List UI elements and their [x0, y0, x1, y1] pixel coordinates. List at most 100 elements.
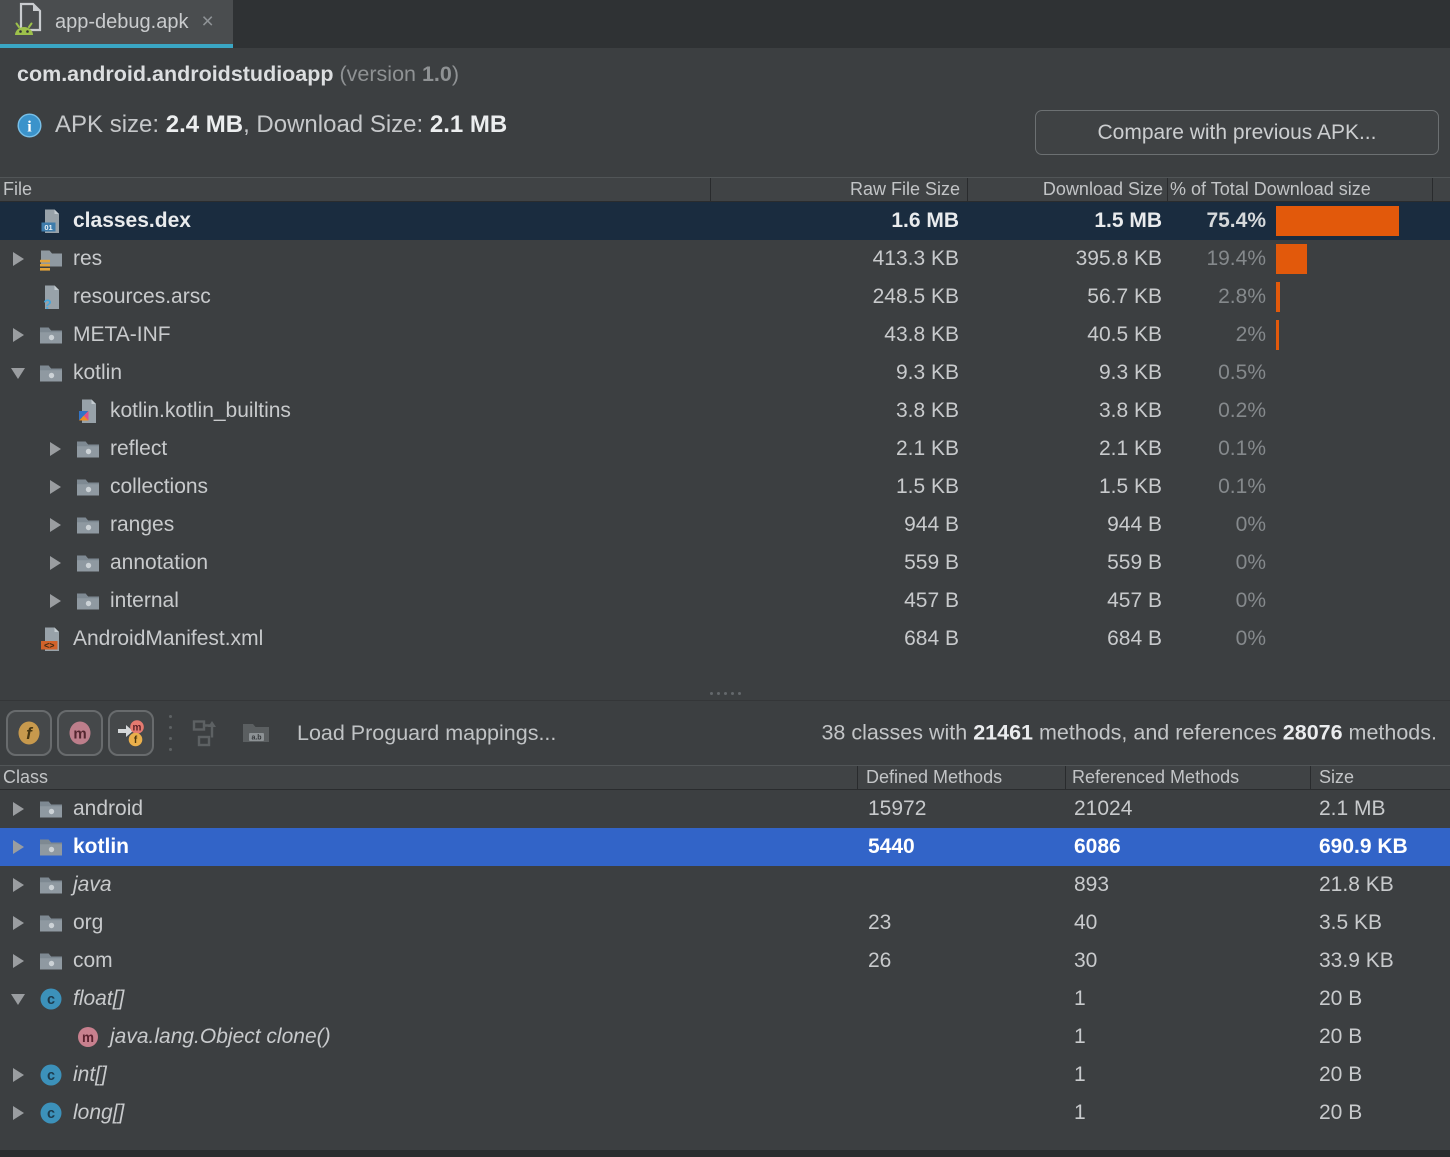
class-row[interactable]: java89321.8 KB [0, 866, 1450, 904]
class-row[interactable]: mjava.lang.Object clone()120 B [0, 1018, 1450, 1056]
toolbar-separator [164, 710, 176, 756]
class-label: long[] [73, 1101, 124, 1125]
class-row[interactable]: kotlin54406086690.9 KB [0, 828, 1450, 866]
expand-spacer [45, 403, 75, 419]
file-row[interactable]: kotlin9.3 KB9.3 KB0.5% [0, 354, 1450, 392]
percent-bar [1272, 548, 1450, 578]
file-label: annotation [110, 551, 208, 575]
column-header-download-size[interactable]: Download Size [968, 178, 1168, 201]
file-row[interactable]: res413.3 KB395.8 KB19.4% [0, 240, 1450, 278]
expand-toggle-icon[interactable] [45, 555, 75, 571]
folder-icon [38, 796, 64, 822]
info-icon: i [17, 113, 42, 138]
size-value: 33.9 KB [1311, 949, 1450, 973]
class-row[interactable]: cint[]120 B [0, 1056, 1450, 1094]
show-fields-button[interactable]: f [6, 710, 52, 756]
expand-toggle-icon[interactable] [8, 1105, 38, 1121]
apk-summary-header: com.android.androidstudioapp (version 1.… [0, 48, 1450, 177]
svg-text:i: i [27, 118, 32, 135]
class-row[interactable]: android15972210242.1 MB [0, 790, 1450, 828]
column-header-defined-methods[interactable]: Defined Methods [858, 766, 1066, 789]
panel-splitter[interactable] [0, 686, 1450, 700]
close-icon[interactable]: × [201, 10, 213, 34]
expand-toggle-icon[interactable] [8, 953, 38, 969]
res-folder-icon [38, 246, 64, 272]
file-row[interactable]: kotlin.kotlin_builtins3.8 KB3.8 KB0.2% [0, 392, 1450, 430]
folder-icon [38, 834, 64, 860]
column-header-class[interactable]: Class [0, 766, 858, 789]
expand-toggle-icon[interactable] [8, 839, 38, 855]
class-row[interactable]: org23403.5 KB [0, 904, 1450, 942]
file-row[interactable]: ?resources.arsc248.5 KB56.7 KB2.8% [0, 278, 1450, 316]
class-icon: c [38, 986, 64, 1012]
percent-bar [1272, 358, 1450, 388]
expand-toggle-icon[interactable] [45, 593, 75, 609]
percent-value: 0% [1166, 551, 1272, 575]
header-filler [1433, 178, 1450, 201]
tab-app-debug-apk[interactable]: app-debug.apk × [0, 0, 233, 48]
file-label: META-INF [73, 323, 171, 347]
referenced-methods-value: 1 [1066, 1101, 1311, 1125]
file-row[interactable]: <>AndroidManifest.xml684 B684 B0% [0, 620, 1450, 658]
expand-toggle-icon[interactable] [45, 479, 75, 495]
expand-toggle-icon[interactable] [45, 517, 75, 533]
svg-text:<>: <> [44, 640, 55, 650]
raw-file-size-value: 457 B [709, 589, 966, 613]
file-row[interactable]: ranges944 B944 B0% [0, 506, 1450, 544]
file-row[interactable]: collections1.5 KB1.5 KB0.1% [0, 468, 1450, 506]
collapse-toggle-icon[interactable] [8, 365, 38, 381]
column-header-percent-of-total-download-size[interactable]: % of Total Download size [1168, 178, 1433, 201]
file-label: reflect [110, 437, 167, 461]
expand-toggle-icon[interactable] [45, 441, 75, 457]
percent-value: 0.1% [1166, 475, 1272, 499]
class-row[interactable]: cfloat[]120 B [0, 980, 1450, 1018]
show-referenced-nodes-button[interactable]: mf [108, 710, 154, 756]
file-label: ranges [110, 513, 174, 537]
collapse-toggle-icon[interactable] [8, 991, 38, 1007]
percent-bar [1272, 434, 1450, 464]
package-name: com.android.androidstudioapp [17, 62, 334, 86]
percent-bar [1272, 244, 1450, 274]
column-header-referenced-methods[interactable]: Referenced Methods [1066, 766, 1311, 789]
expand-toggle-icon[interactable] [8, 1067, 38, 1083]
class-icon: c [38, 1062, 64, 1088]
method-toggle-icon: m [65, 718, 95, 748]
expand-toggle-icon[interactable] [8, 877, 38, 893]
class-row[interactable]: clong[]120 B [0, 1094, 1450, 1132]
folder-icon [75, 512, 101, 538]
file-row[interactable]: internal457 B457 B0% [0, 582, 1450, 620]
file-row[interactable]: 01classes.dex1.6 MB1.5 MB75.4% [0, 202, 1450, 240]
expand-toggle-icon[interactable] [8, 327, 38, 343]
download-size-value: 56.7 KB [966, 285, 1166, 309]
percent-value: 0.2% [1166, 399, 1272, 423]
expand-toggle-icon[interactable] [8, 251, 38, 267]
file-row[interactable]: reflect2.1 KB2.1 KB0.1% [0, 430, 1450, 468]
file-label: resources.arsc [73, 285, 211, 309]
file-label: internal [110, 589, 179, 613]
column-header-file[interactable]: File [0, 178, 711, 201]
percent-bar [1272, 320, 1450, 350]
compare-with-previous-apk-button[interactable]: Compare with previous APK... [1035, 110, 1439, 155]
raw-file-size-value: 684 B [709, 627, 966, 651]
percent-value: 19.4% [1166, 247, 1272, 271]
method-icon: m [75, 1024, 101, 1050]
kotlin-file-icon [75, 398, 101, 424]
expand-toggle-icon[interactable] [8, 915, 38, 931]
file-row[interactable]: META-INF43.8 KB40.5 KB2% [0, 316, 1450, 354]
file-tree-table: 01classes.dex1.6 MB1.5 MB75.4%res413.3 K… [0, 202, 1450, 686]
column-header-raw-file-size[interactable]: Raw File Size [711, 178, 968, 201]
dex-viewer-toolbar: fmmf a.b Load Proguard mappings... 38 cl… [0, 700, 1450, 765]
splitter-grip-icon[interactable] [710, 692, 741, 695]
referenced-methods-value: 893 [1066, 873, 1311, 897]
folder-icon [38, 910, 64, 936]
show-methods-button[interactable]: m [57, 710, 103, 756]
load-proguard-mappings-link[interactable]: Load Proguard mappings... [297, 721, 556, 746]
expand-toggle-icon[interactable] [8, 801, 38, 817]
dex-file-icon: 01 [38, 208, 64, 234]
file-row[interactable]: annotation559 B559 B0% [0, 544, 1450, 582]
column-header-size[interactable]: Size [1311, 766, 1450, 789]
download-size-value: 2.1 KB [966, 437, 1166, 461]
class-row[interactable]: com263033.9 KB [0, 942, 1450, 980]
package-title: com.android.androidstudioapp (version 1.… [17, 62, 1450, 87]
class-label: java [73, 873, 112, 897]
